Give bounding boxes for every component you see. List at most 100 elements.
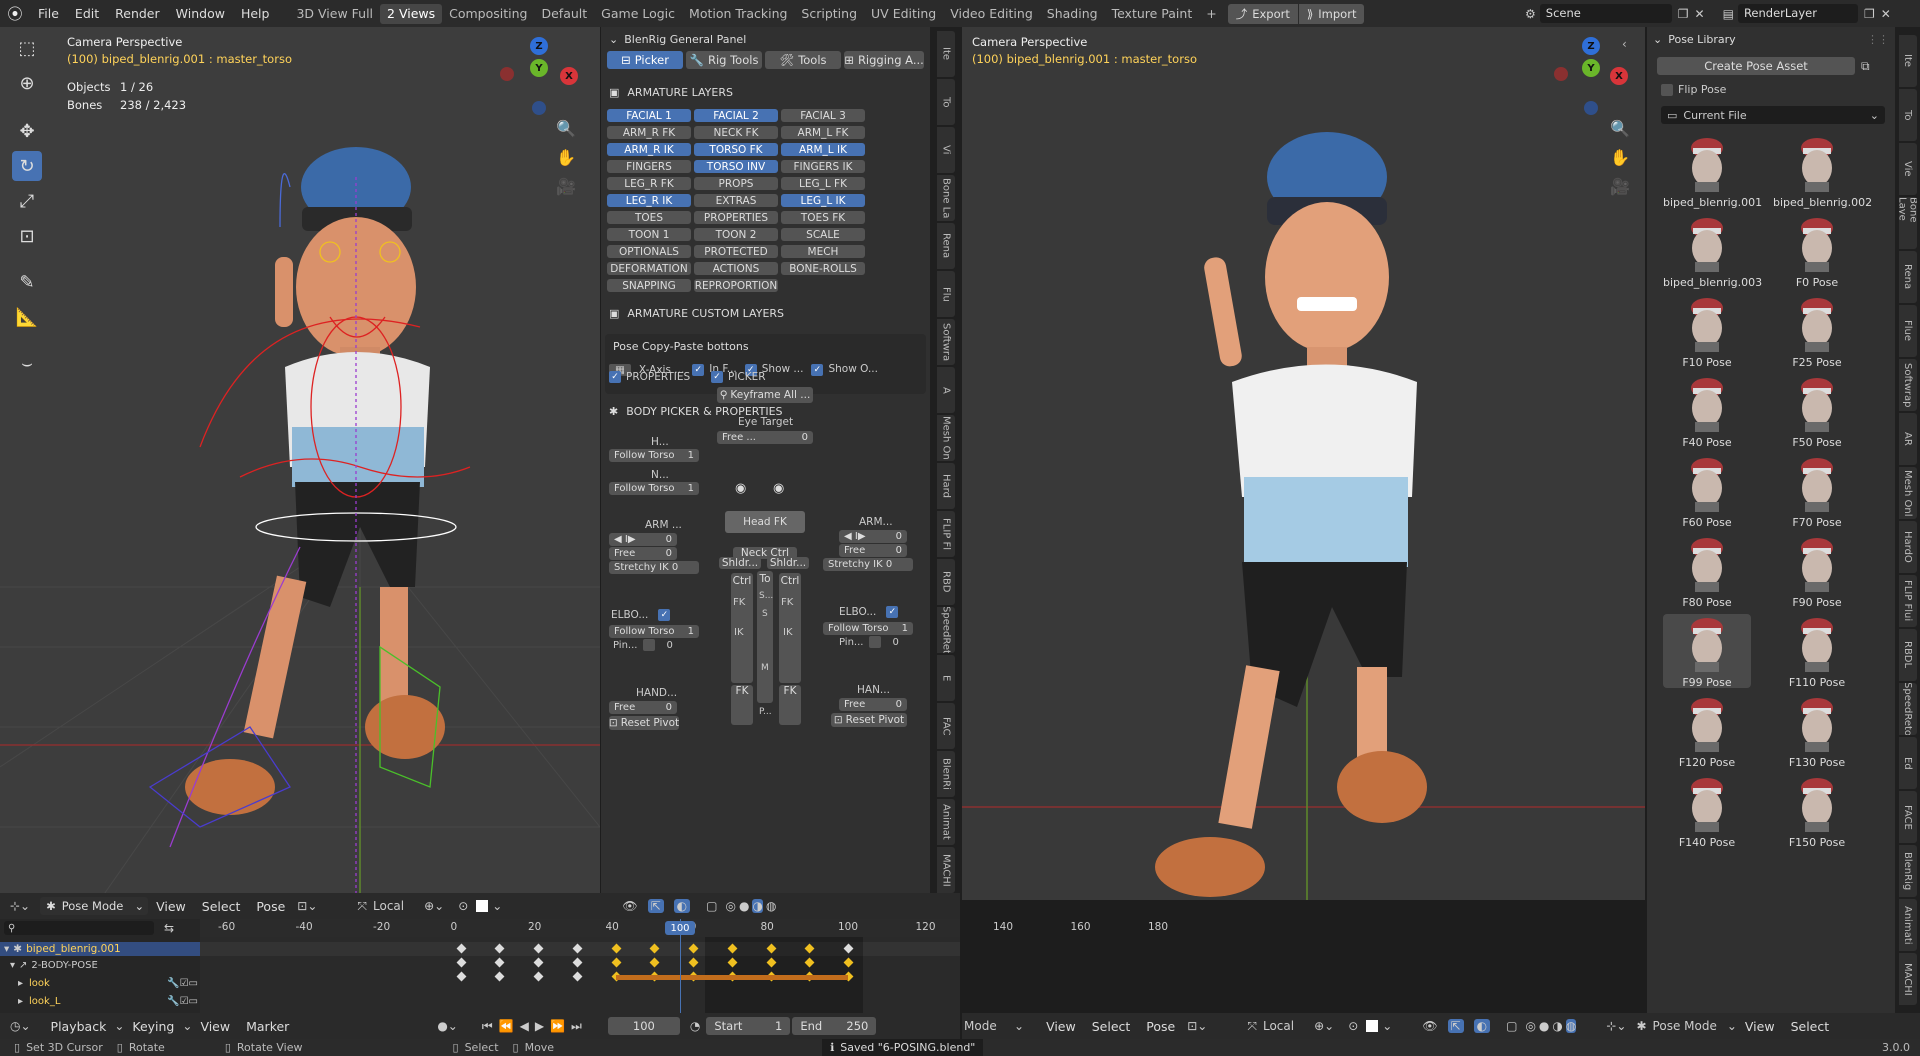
copy-scene-icon[interactable]: ❐ bbox=[1678, 7, 1689, 21]
blender-logo-icon[interactable]: ⦿ bbox=[0, 3, 30, 24]
pose-thumbnail[interactable]: F110 Pose bbox=[1773, 614, 1861, 689]
layer-toggle[interactable]: LEG_L FK bbox=[781, 177, 865, 190]
pose-library-header[interactable]: ⌄ Pose Library ⋮⋮ bbox=[1647, 27, 1895, 51]
snap-icon[interactable]: ⊙ bbox=[458, 899, 468, 913]
pose-thumbnail[interactable]: biped_blenrig.002 bbox=[1773, 134, 1872, 209]
snap-icon[interactable]: ⊙ bbox=[1348, 1019, 1358, 1033]
menu-render[interactable]: Render bbox=[107, 0, 168, 27]
keyframe-marker[interactable] bbox=[572, 957, 583, 968]
wrench-icon[interactable]: 🔧☑▭ bbox=[167, 996, 198, 1007]
channel-search[interactable]: ⚲ bbox=[4, 921, 154, 935]
elbow-left-follow[interactable]: Follow Torso 1 bbox=[609, 625, 699, 638]
scene-selector[interactable]: Scene bbox=[1539, 4, 1672, 23]
cursor-tool[interactable]: ⊕ bbox=[12, 68, 42, 98]
side-tab[interactable]: RBD bbox=[937, 559, 955, 605]
workspace-tab[interactable]: UV Editing bbox=[864, 0, 943, 27]
shading-material-icon[interactable]: ◑ bbox=[1552, 1019, 1562, 1033]
hand-right-free[interactable]: Free 0 bbox=[839, 698, 907, 711]
layer-toggle[interactable]: PROTECTED bbox=[694, 245, 778, 258]
custom-layers-header[interactable]: ▣ ARMATURE CUSTOM LAYERS bbox=[601, 302, 930, 324]
view-menu[interactable]: View bbox=[148, 893, 194, 920]
add-workspace-button[interactable]: + bbox=[1199, 0, 1223, 27]
layer-toggle[interactable]: ARM_L IK bbox=[781, 143, 865, 156]
gizmo-toggle-icon[interactable]: ⇱ bbox=[647, 899, 664, 913]
annotate-tool[interactable]: ✎ bbox=[12, 267, 42, 297]
next-key-icon[interactable]: ⏩ bbox=[550, 1019, 565, 1033]
pose-thumbnail[interactable]: F60 Pose bbox=[1663, 454, 1751, 529]
side-tab[interactable]: HardO bbox=[1898, 521, 1917, 573]
transform-tool[interactable]: ⊡ bbox=[12, 221, 42, 251]
tab-rigging[interactable]: ⊞ Rigging A... bbox=[844, 51, 925, 69]
eye-icon-left[interactable]: ◉ bbox=[735, 481, 746, 496]
xray-icon[interactable]: ▢ bbox=[1506, 1019, 1517, 1033]
select-menu[interactable]: Select bbox=[194, 893, 249, 920]
display-mode-icon[interactable]: ⊡⌄ bbox=[297, 899, 317, 913]
zoom-icon[interactable]: 🔍 bbox=[556, 119, 576, 138]
side-tab[interactable]: SpeedReto bbox=[1898, 683, 1917, 735]
pose-thumbnail[interactable]: F70 Pose bbox=[1773, 454, 1861, 529]
workspace-tab[interactable]: Video Editing bbox=[943, 0, 1040, 27]
side-tab[interactable]: Bone Laye bbox=[1898, 197, 1917, 249]
keyframe-all-button[interactable]: ⚲ Keyframe All ... bbox=[717, 387, 813, 403]
copy-layer-icon[interactable]: ❐ bbox=[1864, 7, 1875, 21]
side-tab[interactable]: RBDL bbox=[1898, 629, 1917, 681]
layer-toggle[interactable]: ACTIONS bbox=[694, 262, 778, 275]
channel-armature[interactable]: ▾ ✱ biped_blenrig.001 bbox=[0, 942, 200, 956]
side-tab[interactable]: FLIP Flui bbox=[1898, 575, 1917, 627]
layer-toggle[interactable]: FACIAL 3 bbox=[781, 109, 865, 122]
bone-tool[interactable]: ⌣ bbox=[12, 348, 42, 378]
show-other-toggle[interactable]: ✓ Show O... bbox=[811, 363, 878, 376]
properties-toggle[interactable]: ✓ PROPERTIES bbox=[609, 371, 690, 383]
arm-left-fk[interactable]: FK bbox=[733, 597, 745, 608]
pose-thumbnail[interactable]: F0 Pose bbox=[1773, 214, 1861, 289]
shading-material-icon[interactable]: ◑ bbox=[752, 899, 763, 913]
clock-icon[interactable]: ◔ bbox=[690, 1019, 700, 1033]
timeline-view-menu[interactable]: View bbox=[192, 1013, 238, 1040]
layer-toggle[interactable]: PROPS bbox=[694, 177, 778, 190]
arm-right-ik[interactable]: IK bbox=[783, 627, 793, 638]
gizmo-y-axis[interactable]: Y bbox=[1582, 59, 1600, 77]
keyframe-marker[interactable] bbox=[533, 971, 544, 982]
panel-header[interactable]: ⌄ BlenRig General Panel bbox=[601, 27, 930, 51]
side-tab[interactable]: Animati bbox=[1898, 899, 1917, 951]
side-tab[interactable]: Rena bbox=[937, 223, 955, 269]
master-label[interactable]: M bbox=[761, 663, 769, 673]
side-tab[interactable]: Softwra bbox=[937, 319, 955, 365]
head-follow-torso[interactable]: Follow Torso 1 bbox=[609, 449, 699, 462]
orientation-select[interactable]: Local bbox=[373, 899, 404, 913]
workspace-tab[interactable]: Compositing bbox=[442, 0, 534, 27]
layer-toggle[interactable]: DEFORMATION bbox=[607, 262, 691, 275]
side-tab[interactable]: E bbox=[937, 655, 955, 701]
layer-toggle[interactable]: ARM_R IK bbox=[607, 143, 691, 156]
left-viewport[interactable]: Camera Perspective (100) biped_blenrig.0… bbox=[0, 27, 600, 900]
overlay-color-icon[interactable] bbox=[1366, 1020, 1379, 1032]
gizmo-y-axis[interactable]: Y bbox=[530, 59, 548, 77]
side-tab[interactable]: SpeedRet bbox=[937, 607, 955, 653]
gizmo-neg-x[interactable] bbox=[500, 67, 514, 81]
keying-menu[interactable]: Keying bbox=[124, 1013, 182, 1040]
shoulder-left-button[interactable]: Shldr... bbox=[719, 557, 761, 569]
pose-menu-right[interactable]: Pose bbox=[1138, 1013, 1183, 1040]
shading-solid-icon[interactable]: ● bbox=[739, 899, 749, 913]
pose-thumbnail[interactable]: F140 Pose bbox=[1663, 774, 1751, 849]
marker-menu[interactable]: Marker bbox=[238, 1013, 297, 1040]
pose-thumbnail[interactable]: biped_blenrig.003 bbox=[1663, 214, 1762, 289]
side-tab[interactable]: Mesh Onl bbox=[1898, 467, 1917, 519]
pose-thumbnail[interactable]: F50 Pose bbox=[1773, 374, 1861, 449]
shoulder-right-button[interactable]: Shldr... bbox=[767, 557, 809, 569]
gizmo-z-axis[interactable]: Z bbox=[1582, 37, 1600, 55]
layer-toggle[interactable]: LEG_R FK bbox=[607, 177, 691, 190]
leg-left-ctrl[interactable]: FK bbox=[731, 685, 753, 725]
keyframe-marker[interactable] bbox=[611, 957, 621, 968]
layer-toggle[interactable]: FACIAL 2 bbox=[694, 109, 778, 122]
keyframe-marker[interactable] bbox=[456, 957, 466, 968]
keyframe-marker[interactable] bbox=[456, 971, 466, 982]
right-viewport[interactable]: Camera Perspective (100) biped_blenrig.0… bbox=[962, 27, 1645, 900]
layer-toggle[interactable]: ARM_L FK bbox=[781, 126, 865, 139]
reset-pivot-right[interactable]: ⊡ Reset Pivot bbox=[831, 713, 907, 727]
playhead-frame[interactable]: 100 bbox=[665, 921, 695, 935]
side-tab[interactable]: Ed bbox=[1898, 737, 1917, 789]
arm-right-fkik[interactable]: ◀ I▶ 0 bbox=[839, 530, 907, 543]
keyframe-marker[interactable] bbox=[494, 971, 505, 982]
spine-1-label[interactable]: S... bbox=[759, 591, 773, 601]
